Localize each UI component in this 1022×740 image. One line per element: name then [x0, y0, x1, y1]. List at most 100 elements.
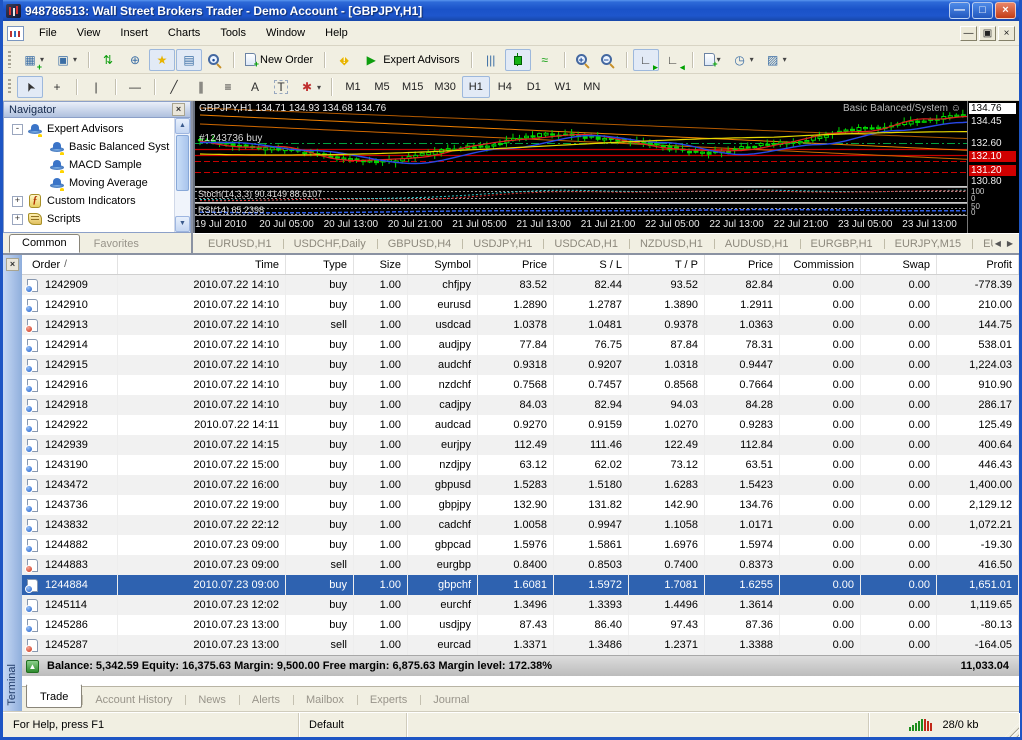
- chart-tab[interactable]: EURJPY,M15: [884, 235, 972, 253]
- navigator-tree-item[interactable]: Moving Average: [4, 174, 174, 192]
- order-row[interactable]: 1242915 2010.07.22 14:10 buy 1.00 audchf…: [22, 355, 1019, 375]
- menu-item[interactable]: View: [67, 23, 111, 43]
- order-row[interactable]: 1244882 2010.07.23 09:00 buy 1.00 gbpcad…: [22, 535, 1019, 555]
- timeframe-button[interactable]: M30: [429, 76, 460, 98]
- trendline-button[interactable]: [161, 76, 187, 98]
- timeframe-button[interactable]: H1: [462, 76, 490, 98]
- chart-window[interactable]: GBPJPY,H1 134.71 134.93 134.68 134.76 Ba…: [193, 101, 1019, 233]
- chart-tab[interactable]: AUDUSD,H1: [714, 235, 800, 253]
- market-watch-button[interactable]: [95, 49, 121, 71]
- text-label-button[interactable]: [269, 76, 293, 98]
- menu-item[interactable]: Window: [256, 23, 315, 43]
- close-button[interactable]: ×: [995, 2, 1016, 19]
- bar-chart-button[interactable]: [478, 49, 504, 71]
- maximize-button[interactable]: □: [972, 2, 993, 19]
- navigator-close-button[interactable]: ×: [172, 103, 185, 116]
- channel-button[interactable]: [188, 76, 214, 98]
- navigator-button[interactable]: [149, 49, 175, 71]
- auto-scroll-button[interactable]: [633, 49, 659, 71]
- tree-expander[interactable]: +: [12, 214, 23, 225]
- stochastic-pane[interactable]: Stoch(14,3,3) 90.4149 88.6107: [195, 188, 967, 202]
- indicators-button[interactable]: ▾: [699, 49, 726, 71]
- order-row[interactable]: 1242922 2010.07.22 14:11 buy 1.00 audcad…: [22, 415, 1019, 435]
- zoom-in-button[interactable]: [571, 49, 595, 71]
- chart-tab[interactable]: NZDUSD,H1: [629, 235, 714, 253]
- order-row[interactable]: 1242913 2010.07.22 14:10 sell 1.00 usdca…: [22, 315, 1019, 335]
- tree-expander[interactable]: -: [12, 124, 23, 135]
- column-header[interactable]: Price: [478, 255, 554, 274]
- menu-item[interactable]: Charts: [158, 23, 210, 43]
- text-button[interactable]: [242, 76, 268, 98]
- column-header[interactable]: Type: [286, 255, 354, 274]
- vertical-line-button[interactable]: [83, 76, 109, 98]
- order-row[interactable]: 1245286 2010.07.23 13:00 buy 1.00 usdjpy…: [22, 615, 1019, 635]
- horizontal-line-button[interactable]: [122, 76, 148, 98]
- order-row[interactable]: 1243472 2010.07.22 16:00 buy 1.00 gbpusd…: [22, 475, 1019, 495]
- navigator-tab[interactable]: Common: [9, 234, 80, 253]
- tester-button[interactable]: [203, 49, 227, 71]
- order-row[interactable]: 1245114 2010.07.23 12:02 buy 1.00 eurchf…: [22, 595, 1019, 615]
- scroll-up-icon[interactable]: ▲: [175, 118, 190, 134]
- tree-expander[interactable]: +: [12, 196, 23, 207]
- new-chart-button[interactable]: ▾: [17, 49, 49, 71]
- order-row[interactable]: 1242909 2010.07.22 14:10 buy 1.00 chfjpy…: [22, 275, 1019, 295]
- mdi-close-button[interactable]: ×: [998, 26, 1015, 41]
- rsi-pane[interactable]: RSI(14) 65.2398: [195, 204, 967, 215]
- column-header[interactable]: Symbol: [408, 255, 478, 274]
- menu-item[interactable]: Insert: [110, 23, 158, 43]
- order-row[interactable]: 1244884 2010.07.23 09:00 buy 1.00 gbpchf…: [22, 575, 1019, 595]
- crosshair-button[interactable]: [44, 76, 70, 98]
- column-header[interactable]: T / P: [629, 255, 705, 274]
- order-row[interactable]: 1243832 2010.07.22 22:12 buy 1.00 cadchf…: [22, 515, 1019, 535]
- toolbar-grip[interactable]: [8, 51, 11, 68]
- timeframe-button[interactable]: M5: [368, 76, 396, 98]
- menu-item[interactable]: Help: [315, 23, 358, 43]
- timeframe-button[interactable]: MN: [578, 76, 606, 98]
- data-window-button[interactable]: [122, 49, 148, 71]
- toolbar-grip[interactable]: [8, 79, 11, 95]
- periods-button[interactable]: ▾: [727, 49, 759, 71]
- column-header[interactable]: Size: [354, 255, 408, 274]
- chart-window-icon[interactable]: [7, 26, 24, 41]
- scroll-down-icon[interactable]: ▼: [175, 216, 190, 232]
- terminal-tab[interactable]: Account History: [82, 689, 185, 711]
- order-row[interactable]: 1242910 2010.07.22 14:10 buy 1.00 eurusd…: [22, 295, 1019, 315]
- terminal-close-button[interactable]: ×: [6, 258, 19, 271]
- arrows-button[interactable]: ▾: [294, 76, 326, 98]
- navigator-scrollbar[interactable]: ▲ ▼: [174, 118, 190, 232]
- order-row[interactable]: 1243736 2010.07.22 19:00 buy 1.00 gbpjpy…: [22, 495, 1019, 515]
- navigator-tree-item[interactable]: + Custom Indicators: [4, 192, 174, 210]
- order-row[interactable]: 1243190 2010.07.22 15:00 buy 1.00 nzdjpy…: [22, 455, 1019, 475]
- chart-tab[interactable]: USDCAD,H1: [543, 235, 629, 253]
- column-header[interactable]: Time: [118, 255, 286, 274]
- chart-tab[interactable]: USDCHF,Daily: [283, 235, 377, 253]
- metaeditor-button[interactable]: [331, 49, 357, 71]
- terminal-tab[interactable]: Trade: [26, 684, 82, 708]
- terminal-button[interactable]: [176, 49, 202, 71]
- timeframe-button[interactable]: W1: [549, 76, 577, 98]
- column-header[interactable]: Commission: [780, 255, 861, 274]
- new-order-button[interactable]: New Order: [240, 49, 318, 71]
- navigator-tree-item[interactable]: MACD Sample: [4, 156, 174, 174]
- navigator-tree-item[interactable]: - Expert Advisors: [4, 120, 174, 138]
- line-chart-button[interactable]: [532, 49, 558, 71]
- candles-button[interactable]: [505, 49, 531, 71]
- timeframe-button[interactable]: D1: [520, 76, 548, 98]
- zoom-out-button[interactable]: [596, 49, 620, 71]
- order-row[interactable]: 1242914 2010.07.22 14:10 buy 1.00 audjpy…: [22, 335, 1019, 355]
- chart-tab[interactable]: EURCHF,M: [972, 235, 993, 253]
- column-header[interactable]: S / L: [554, 255, 629, 274]
- terminal-tab[interactable]: Experts: [357, 689, 420, 711]
- terminal-tab[interactable]: Journal: [420, 689, 482, 711]
- chart-tab[interactable]: EURUSD,H1: [197, 235, 283, 253]
- tabs-scroll-left-icon[interactable]: ◀: [995, 239, 1001, 248]
- tabs-scroll-right-icon[interactable]: ▶: [1007, 239, 1013, 248]
- timeframe-button[interactable]: M15: [397, 76, 428, 98]
- minimize-button[interactable]: —: [949, 2, 970, 19]
- templates-button[interactable]: ▾: [760, 49, 792, 71]
- chart-tab[interactable]: EURGBP,H1: [800, 235, 884, 253]
- column-header[interactable]: Price: [705, 255, 780, 274]
- navigator-tree-item[interactable]: + Scripts: [4, 210, 174, 228]
- menu-item[interactable]: Tools: [210, 23, 256, 43]
- column-header[interactable]: Swap: [861, 255, 937, 274]
